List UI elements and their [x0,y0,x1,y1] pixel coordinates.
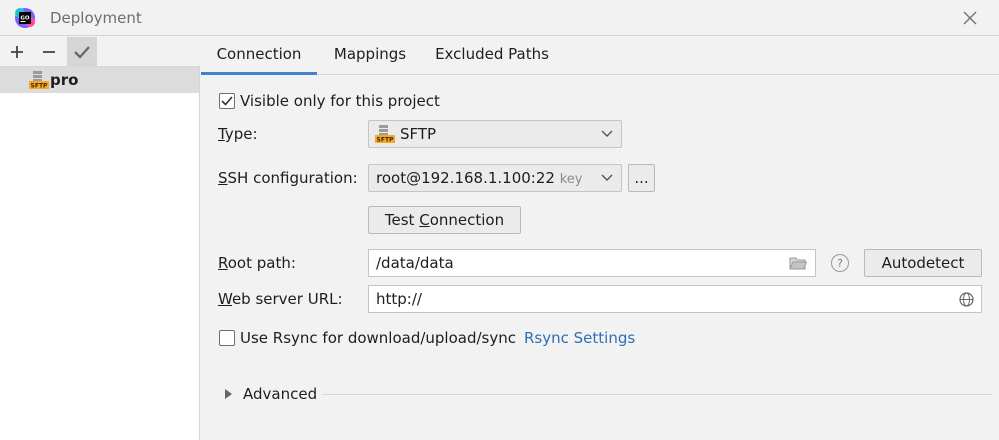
server-item-pro[interactable]: SFTP pro [0,67,199,93]
tab-mappings-label: Mappings [333,45,407,63]
chevron-down-icon [601,130,613,137]
root-path-value: /data/data [376,254,454,272]
root-path-label: Root path: [218,254,296,272]
checkmark-icon [221,96,233,106]
sftp-server-icon: SFTP [29,71,49,90]
tab-excluded-paths[interactable]: Excluded Paths [427,37,557,75]
type-value: SFTP [400,125,437,143]
rsync-settings-link[interactable]: Rsync Settings [524,329,635,347]
visible-only-label: Visible only for this project [240,92,440,110]
ssh-config-dropdown[interactable]: root@192.168.1.100:22 key [368,164,622,192]
minus-icon [43,50,55,53]
type-label-mnemonic: T [218,125,225,143]
test-connection-label: Test Connection [385,211,504,229]
root-path-input[interactable]: /data/data [368,249,816,277]
goland-logo-icon: GO [15,8,35,28]
use-rsync-label: Use Rsync for download/upload/sync [240,329,516,347]
test-pre: Test [384,211,420,229]
globe-icon[interactable] [959,292,974,307]
tab-bar: Connection Mappings Excluded Paths [201,37,999,75]
svg-text:GO: GO [20,16,30,22]
ssh-config-label: SSH configuration: [218,169,358,187]
window-title: Deployment [50,9,142,27]
use-rsync-checkbox[interactable] [219,330,235,346]
tab-mappings[interactable]: Mappings [319,37,421,75]
advanced-section-label[interactable]: Advanced [243,385,317,403]
help-glyph: ? [837,256,843,270]
root-label-text: oot path: [227,254,296,272]
server-list-panel: SFTP pro [0,37,200,440]
server-name: pro [50,71,79,89]
type-dropdown[interactable]: SFTP SFTP [368,120,622,148]
test-mnemonic: C [419,211,430,229]
close-icon[interactable] [958,6,982,30]
set-default-button[interactable] [67,37,97,66]
help-icon[interactable]: ? [831,254,849,272]
sftp-type-icon: SFTP [375,125,395,144]
ssh-config-value: root@192.168.1.100:22 [376,169,555,187]
ssh-label-text: SH configuration: [227,169,358,187]
plus-icon [11,45,23,58]
web-label-mnemonic: W [218,290,232,308]
root-label-mnemonic: R [218,254,228,272]
svg-text:SFTP: SFTP [377,137,395,144]
autodetect-label: Autodetect [881,254,965,272]
type-label-text: ype: [224,125,258,143]
web-url-value: http:// [376,290,422,308]
web-url-input[interactable]: http:// [368,285,982,313]
autodetect-button[interactable]: Autodetect [864,249,982,277]
ssh-auth-hint: key [559,172,583,187]
chevron-down-icon [601,174,613,181]
ssh-label-mnemonic: S [218,169,228,187]
browse-label: ... [634,169,649,187]
remove-server-button[interactable] [34,37,64,66]
title-bar: GO Deployment [0,0,999,36]
type-label: Type: [218,125,258,143]
web-url-label: Web server URL: [218,290,343,308]
checkmark-icon [74,45,90,59]
advanced-divider [322,394,992,395]
tab-connection-label: Connection [216,45,302,63]
web-label-text: eb server URL: [231,290,343,308]
add-server-button[interactable] [2,37,32,66]
expand-arrow-icon[interactable] [225,389,232,399]
svg-text:SFTP: SFTP [31,83,49,90]
ssh-config-browse-button[interactable]: ... [628,164,655,192]
visible-only-checkbox[interactable] [219,93,235,109]
tab-excluded-paths-label: Excluded Paths [435,45,549,63]
folder-icon[interactable] [789,256,807,271]
server-toolbar [0,37,200,67]
test-post: onnection [429,211,505,229]
tab-connection[interactable]: Connection [201,37,317,75]
test-connection-button[interactable]: Test Connection [368,206,521,234]
